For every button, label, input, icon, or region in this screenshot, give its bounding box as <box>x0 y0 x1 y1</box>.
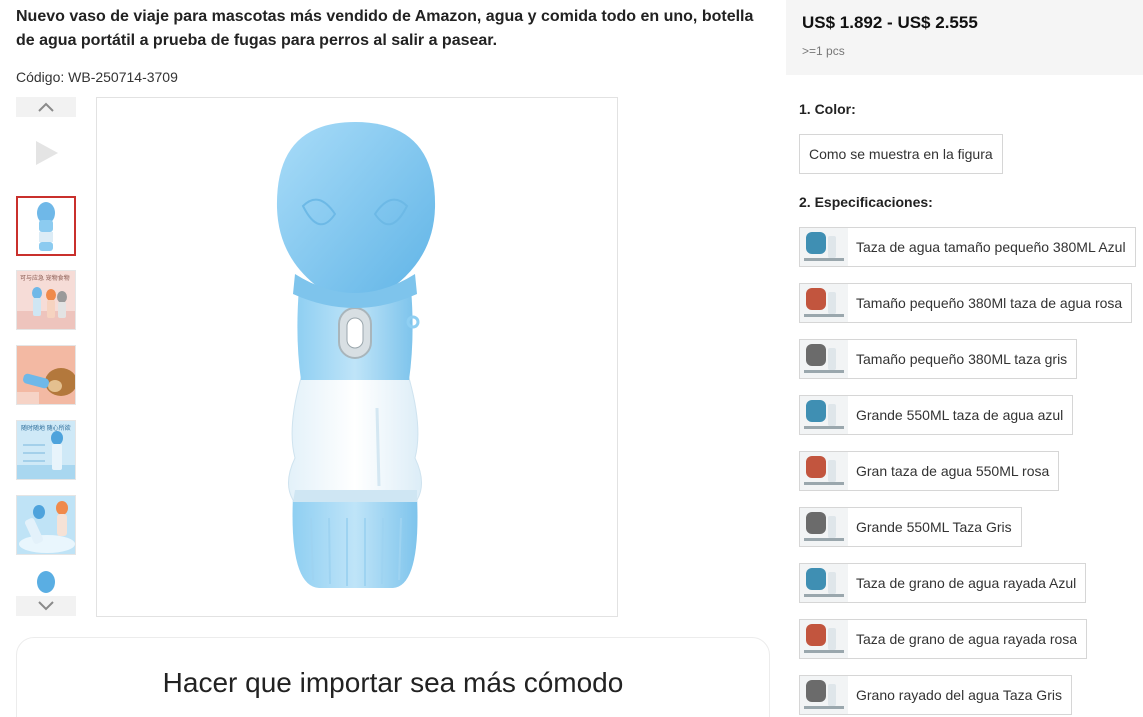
spec-swatch-image <box>800 620 848 658</box>
spec-option-label: Grande 550ML Taza Gris <box>856 519 1012 535</box>
spec-option-label: Taza de grano de agua rayada Azul <box>856 575 1077 591</box>
banner-title: Hacer que importar sea más cómodo <box>162 667 624 698</box>
spec-swatch-image <box>800 564 848 602</box>
spec-option-label: Tamaño pequeño 380Ml taza de agua rosa <box>856 295 1123 311</box>
spec-swatch-image <box>800 508 848 546</box>
spec-swatch-image <box>800 676 848 714</box>
thumbnail-strip: 可与应急 宠物食物 随时随地 随心所欲 <box>16 97 76 616</box>
spec-option-button[interactable]: Taza de grano de agua rayada rosa <box>799 619 1088 659</box>
chevron-up-icon <box>38 102 54 112</box>
thumbnail-4[interactable]: 随时随地 随心所欲 <box>16 420 76 480</box>
product-code: Código: WB-250714-3709 <box>16 69 178 85</box>
thumbnail-1[interactable] <box>16 196 76 256</box>
spec-option-button[interactable]: Taza de agua tamaño pequeño 380ML Azul <box>799 227 1136 267</box>
play-video-icon[interactable] <box>36 141 58 165</box>
color-option-label: 1. Color: <box>799 101 856 117</box>
minimum-order-quantity: >=1 pcs <box>802 44 845 58</box>
thumbnail-5[interactable] <box>16 495 76 555</box>
spec-option-label: Taza de grano de agua rayada rosa <box>856 631 1078 647</box>
spec-option-button[interactable]: Tamaño pequeño 380Ml taza de agua rosa <box>799 283 1133 323</box>
spec-option-button[interactable]: Grande 550ML Taza Gris <box>799 507 1022 547</box>
thumbnail-4-caption: 随时随地 随心所欲 <box>21 426 71 432</box>
spec-option-label: Grano rayado del agua Taza Gris <box>856 687 1062 703</box>
spec-option-button[interactable]: Taza de grano de agua rayada Azul <box>799 563 1087 603</box>
price-box: US$ 1.892 - US$ 2.555 >=1 pcs <box>786 0 1143 75</box>
dog-drinking-thumbnail-image <box>17 346 75 404</box>
spec-swatch-image <box>800 396 848 434</box>
promo-banner: Hacer que importar sea más cómodo <box>16 637 770 717</box>
main-product-image[interactable] <box>96 97 618 617</box>
product-title: Nuevo vaso de viaje para mascotas más ve… <box>16 8 754 49</box>
spec-swatch-image <box>800 284 848 322</box>
chevron-down-icon <box>38 601 54 611</box>
spec-option-button[interactable]: Grano rayado del agua Taza Gris <box>799 675 1072 715</box>
spec-option-label: Taza de agua tamaño pequeño 380ML Azul <box>856 239 1126 255</box>
spec-option-button[interactable]: Tamaño pequeño 380ML taza gris <box>799 339 1078 379</box>
spec-option-label: Gran taza de agua 550ML rosa <box>856 463 1050 479</box>
spec-option-label: 2. Especificaciones: <box>799 194 933 210</box>
thumb-scroll-up-button[interactable] <box>16 97 76 117</box>
thumbnail-3[interactable] <box>16 345 76 405</box>
pet-water-bottle-image <box>276 122 436 588</box>
water-splash-thumbnail-image <box>17 496 75 554</box>
spec-swatch-image <box>800 228 848 266</box>
spec-option-button[interactable]: Grande 550ML taza de agua azul <box>799 395 1074 435</box>
spec-swatch-image <box>800 452 848 490</box>
thumb-scroll-down-button[interactable] <box>16 596 76 616</box>
spec-option-button[interactable]: Gran taza de agua 550ML rosa <box>799 451 1060 491</box>
spec-option-label: Grande 550ML taza de agua azul <box>856 407 1064 423</box>
spec-option-label: Tamaño pequeño 380ML taza gris <box>856 351 1068 367</box>
thumbnail-2[interactable]: 可与应急 宠物食物 <box>16 270 76 330</box>
color-option-button[interactable]: Como se muestra en la figura <box>799 134 1003 174</box>
thumbnail-2-caption: 可与应急 宠物食物 <box>20 276 70 282</box>
price-range: US$ 1.892 - US$ 2.555 <box>802 13 978 32</box>
bottle-thumbnail-image <box>37 202 55 251</box>
spec-swatch-image <box>800 340 848 378</box>
